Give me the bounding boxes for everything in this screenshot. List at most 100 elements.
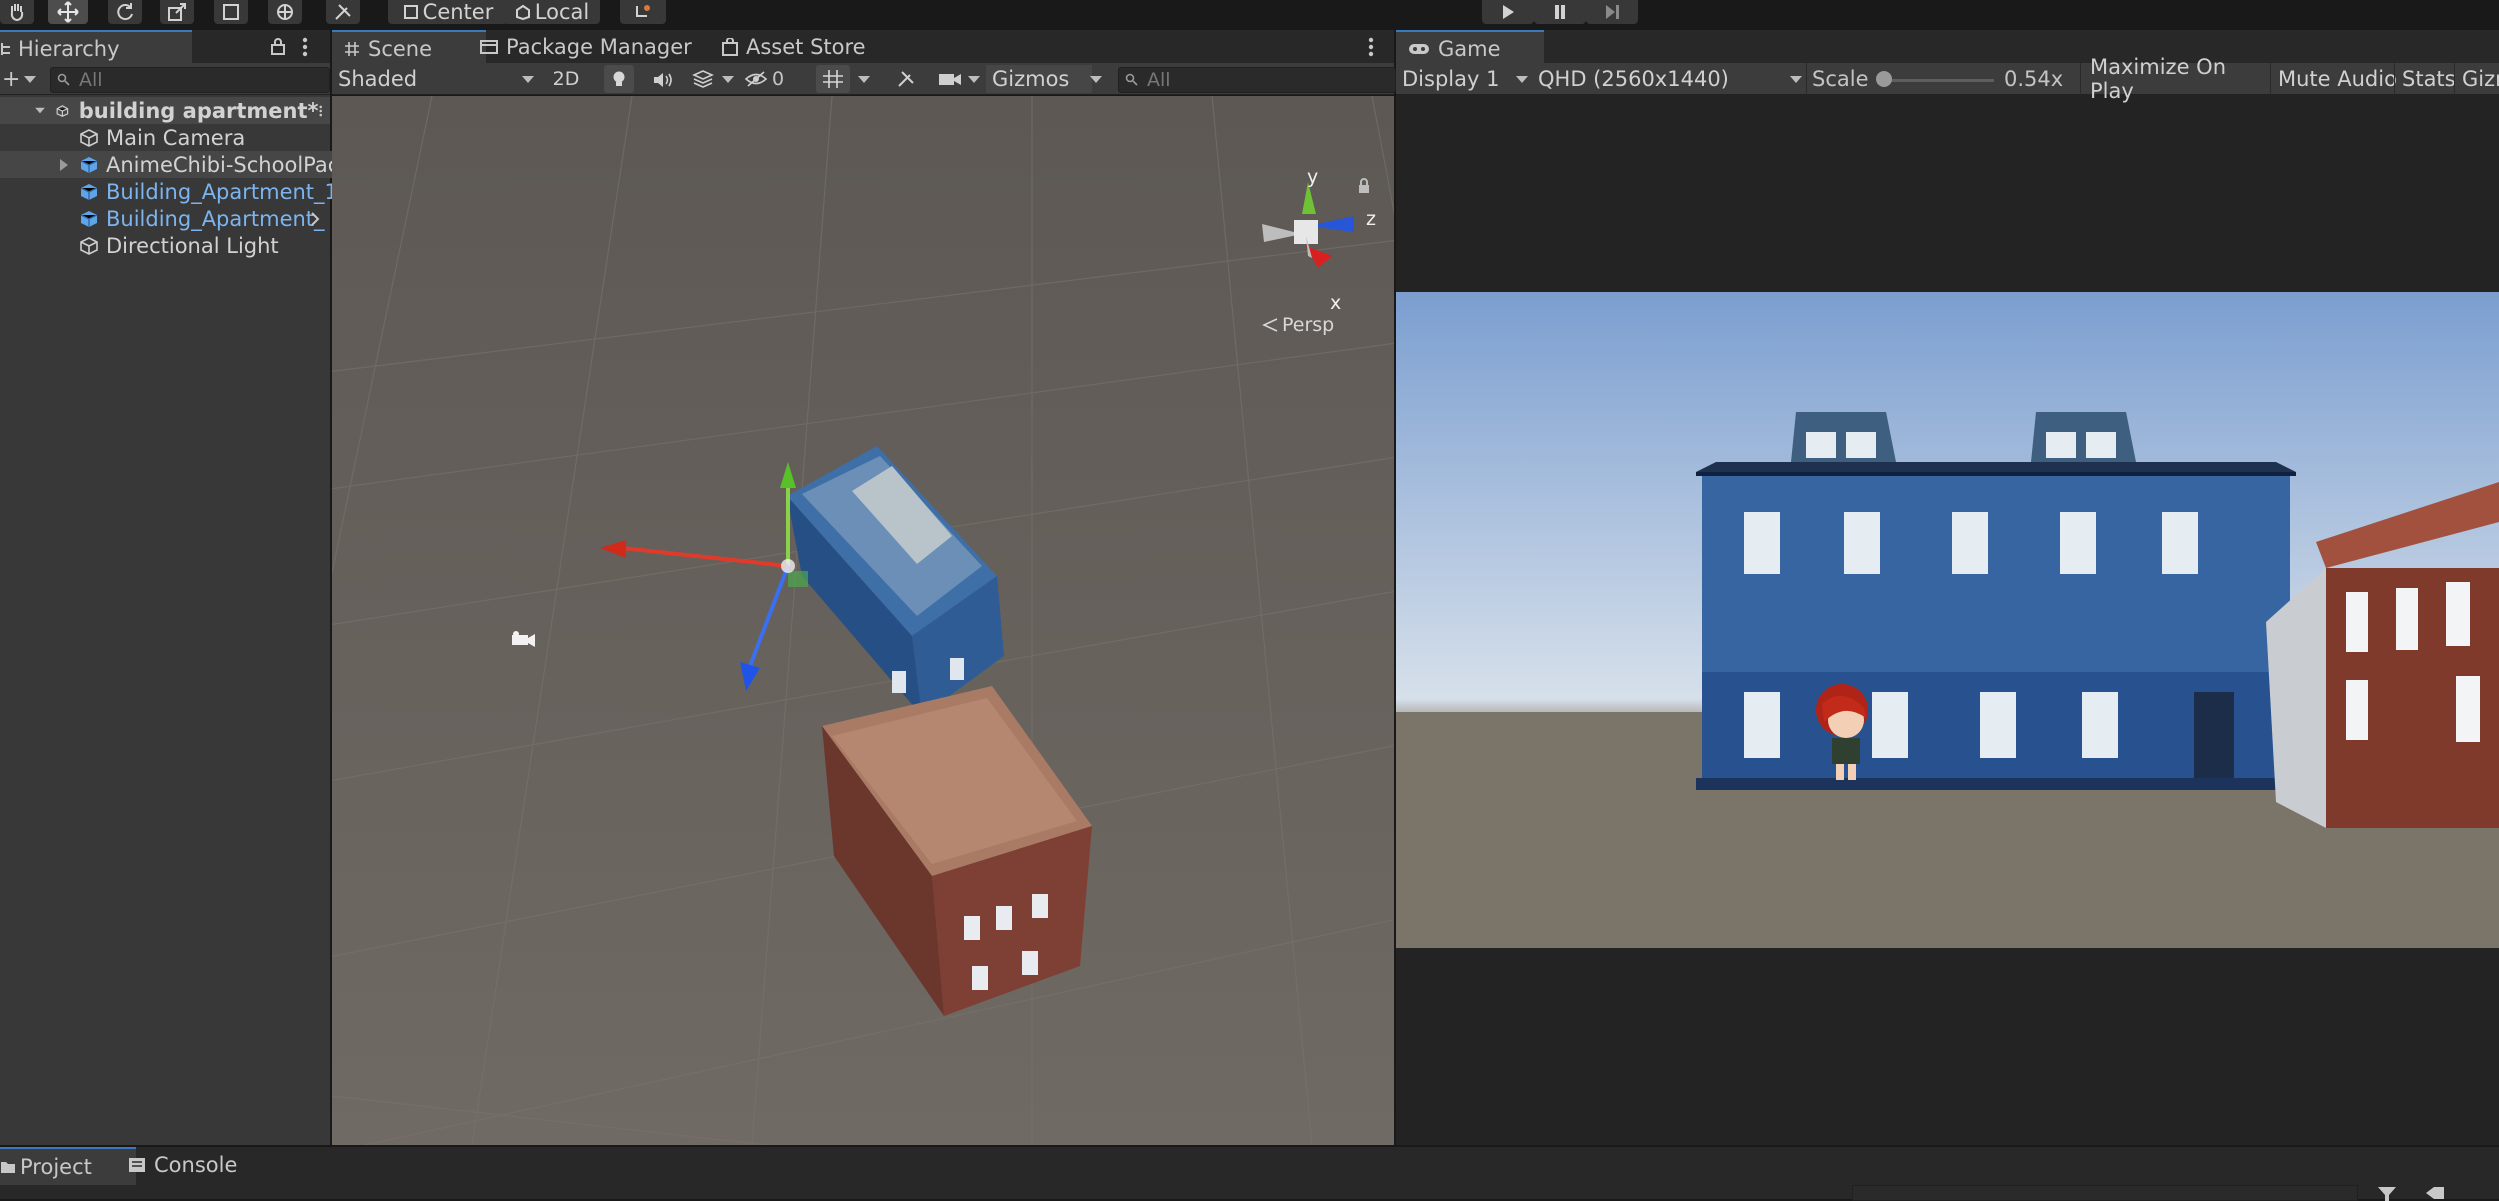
open-prefab-arrow-icon[interactable] xyxy=(310,211,320,227)
hidden-eye-icon xyxy=(744,71,768,87)
chevron-down-icon xyxy=(1790,76,1802,83)
perspective-icon xyxy=(1262,318,1278,332)
expand-arrow-icon[interactable] xyxy=(58,158,70,172)
gizmos-toggle[interactable]: Gizmos xyxy=(986,65,1092,93)
pivot-label: Center xyxy=(422,0,494,24)
hierarchy-item-label: Main Camera xyxy=(106,125,246,150)
tab-asset-store[interactable]: Asset Store xyxy=(710,30,878,63)
play-button[interactable] xyxy=(1482,0,1534,24)
hierarchy-search-input[interactable]: All xyxy=(50,67,330,93)
display-label: Display 1 xyxy=(1402,67,1500,91)
console-tab-label: Console xyxy=(154,1153,238,1177)
hierarchy-item-label: Directional Light xyxy=(106,233,279,258)
scale-value: 0.54x xyxy=(2004,67,2064,91)
scale-tool-button[interactable] xyxy=(160,0,194,24)
resolution-dropdown[interactable]: QHD (2560x1440) xyxy=(1532,65,1806,93)
package-icon xyxy=(480,39,498,54)
scene-toolbar: Shaded 2D 0 Gizmos All xyxy=(332,63,1396,95)
console-icon xyxy=(129,1158,145,1172)
divider xyxy=(2454,63,2455,95)
scene-visibility-toggle[interactable]: 0 xyxy=(744,65,794,93)
maximize-on-play-toggle[interactable]: Maximize On Play xyxy=(2082,55,2276,103)
hand-icon xyxy=(10,4,24,22)
plus-icon: + xyxy=(2,66,21,92)
scale-slider[interactable] xyxy=(1884,79,1994,82)
effects-icon[interactable] xyxy=(692,69,714,89)
gizmo-axis-y[interactable]: y xyxy=(1307,166,1318,188)
pivot-space-toggle[interactable]: Local xyxy=(504,0,600,24)
pivot-center-toggle[interactable]: Center xyxy=(388,0,508,24)
panel-menu-icon[interactable] xyxy=(1368,37,1374,57)
grid-toggle[interactable] xyxy=(816,65,850,93)
hand-tool-button[interactable] xyxy=(0,0,34,24)
shading-mode-dropdown[interactable]: Shaded xyxy=(332,65,538,93)
local-space-icon xyxy=(515,4,530,20)
lock-icon[interactable] xyxy=(270,37,286,55)
transform-tool-button[interactable] xyxy=(268,0,302,24)
hierarchy-item-animechibi[interactable]: AnimeChibi-SchoolPac xyxy=(0,151,388,178)
lighting-toggle[interactable] xyxy=(604,65,634,93)
scene-search-input[interactable]: All xyxy=(1118,67,1396,93)
camera-icon[interactable] xyxy=(938,70,962,88)
tab-package-manager[interactable]: Package Manager xyxy=(468,30,704,63)
tab-hierarchy[interactable]: Hierarchy xyxy=(0,30,192,65)
gizmo-axis-z[interactable]: z xyxy=(1366,208,1376,230)
game-viewport[interactable] xyxy=(1396,292,2499,948)
game-tabbar: Game xyxy=(1396,30,2499,65)
tab-game[interactable]: Game xyxy=(1396,30,1544,65)
rect-tool-button[interactable] xyxy=(214,0,248,24)
effects-dropdown-arrow-icon[interactable] xyxy=(722,76,734,83)
shopping-bag-icon xyxy=(722,37,738,56)
display-dropdown[interactable]: Display 1 xyxy=(1396,65,1532,93)
prefab-cube-icon xyxy=(80,156,98,173)
space-label: Local xyxy=(534,0,590,24)
scene-menu-icon[interactable] xyxy=(318,101,322,121)
custom-tool-button[interactable] xyxy=(326,0,360,24)
rect-icon xyxy=(223,4,239,20)
pause-icon xyxy=(1555,5,1565,19)
scene-name: building apartment* xyxy=(78,98,319,123)
resolution-label: QHD (2560x1440) xyxy=(1538,67,1729,91)
audio-icon[interactable] xyxy=(652,71,674,89)
tools-icon[interactable] xyxy=(896,69,916,89)
step-button[interactable] xyxy=(1586,0,1638,24)
rotate-tool-button[interactable] xyxy=(108,0,142,24)
hierarchy-panel: Hierarchy + All building apartment* Main… xyxy=(0,30,388,1145)
create-dropdown[interactable]: + xyxy=(2,66,37,92)
unity-scene-icon xyxy=(56,104,69,117)
divider xyxy=(2394,63,2395,95)
search-placeholder: All xyxy=(1147,69,1171,91)
snap-settings-button[interactable] xyxy=(620,0,666,24)
tab-console[interactable]: Console xyxy=(116,1147,249,1183)
search-placeholder: All xyxy=(79,69,103,91)
2d-mode-toggle[interactable]: 2D xyxy=(546,65,586,93)
scene-root-row[interactable]: building apartment* xyxy=(0,97,330,124)
move-tool-button[interactable] xyxy=(48,0,88,24)
chevron-down-icon xyxy=(522,76,534,83)
gizmo-axis-x[interactable]: x xyxy=(1330,292,1341,314)
scale-label: Scale xyxy=(1812,67,1869,91)
projection-toggle[interactable]: Persp xyxy=(1262,314,1334,336)
panel-menu-icon[interactable] xyxy=(302,37,308,57)
camera-dropdown-arrow-icon[interactable] xyxy=(968,76,980,83)
scene-viewport[interactable]: y z x Persp xyxy=(332,96,1394,1145)
pause-button[interactable] xyxy=(1534,0,1586,24)
tab-scene[interactable]: Scene xyxy=(332,30,486,65)
blue-building-front xyxy=(1696,412,2296,790)
scale-slider-handle[interactable] xyxy=(1876,71,1892,87)
mute-audio-toggle[interactable]: Mute Audio xyxy=(2272,65,2398,93)
gameobject-cube-icon xyxy=(80,236,98,255)
game-tab-label: Game xyxy=(1438,36,1501,61)
project-tab-label: Project xyxy=(20,1155,92,1179)
expand-arrow-icon[interactable] xyxy=(35,107,45,114)
scale-icon xyxy=(168,3,186,21)
stats-label: Stats xyxy=(2402,67,2456,91)
game-gizmos-toggle[interactable]: Gizm xyxy=(2456,65,2499,93)
maximize-label: Maximize On Play xyxy=(2090,55,2226,103)
stats-toggle[interactable]: Stats xyxy=(2396,65,2458,93)
lightbulb-icon xyxy=(613,71,625,86)
grid-dropdown-arrow-icon[interactable] xyxy=(858,76,870,83)
chevron-down-icon xyxy=(1516,76,1528,83)
divider xyxy=(2080,63,2081,95)
gizmos-dropdown-arrow-icon[interactable] xyxy=(1090,76,1102,83)
